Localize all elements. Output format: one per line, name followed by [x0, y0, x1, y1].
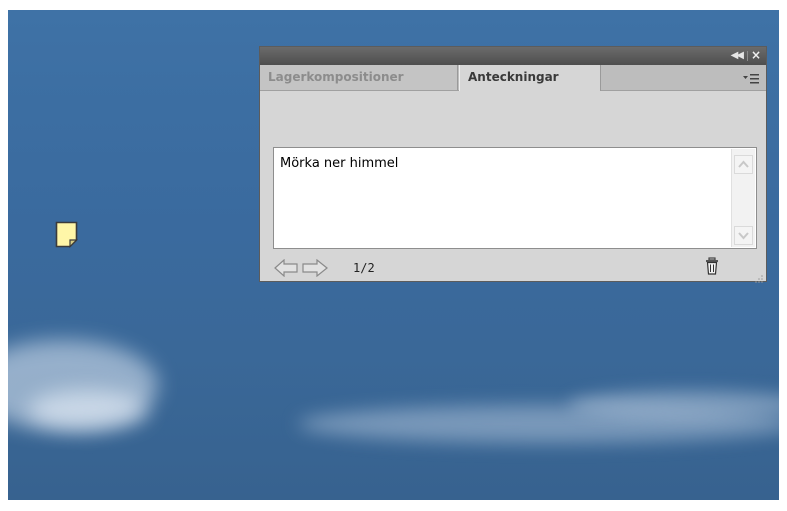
titlebar-divider: [747, 51, 748, 61]
scroll-up-icon[interactable]: [734, 155, 753, 174]
note-text-area[interactable]: Mörka ner himmel: [273, 147, 757, 249]
note-text[interactable]: Mörka ner himmel: [280, 156, 398, 171]
tab-layer-comps[interactable]: Lagerkompositioner: [260, 65, 458, 90]
arrow-right-icon[interactable]: [302, 258, 328, 278]
cloud: [28, 390, 148, 430]
panel-titlebar[interactable]: ◀◀ ×: [260, 47, 766, 65]
tab-notes[interactable]: Anteckningar: [459, 65, 601, 91]
close-icon[interactable]: ×: [751, 48, 761, 62]
sticky-note-icon[interactable]: [55, 221, 79, 248]
page-indicator: 1/2: [353, 261, 375, 275]
double-chevron-left-icon[interactable]: ◀◀: [731, 50, 744, 61]
vertical-scrollbar[interactable]: [731, 149, 755, 247]
resize-grip[interactable]: [753, 268, 763, 283]
arrow-left-icon[interactable]: [274, 258, 298, 278]
trash-icon[interactable]: [704, 257, 720, 275]
document-canvas[interactable]: ◀◀ × Lagerkompositioner Anteckningar Mör…: [8, 10, 779, 500]
tab-strip: Lagerkompositioner Anteckningar: [260, 65, 766, 91]
notes-panel: ◀◀ × Lagerkompositioner Anteckningar Mör…: [259, 46, 767, 283]
panel-menu-icon[interactable]: [743, 70, 759, 84]
scroll-down-icon[interactable]: [734, 226, 753, 245]
